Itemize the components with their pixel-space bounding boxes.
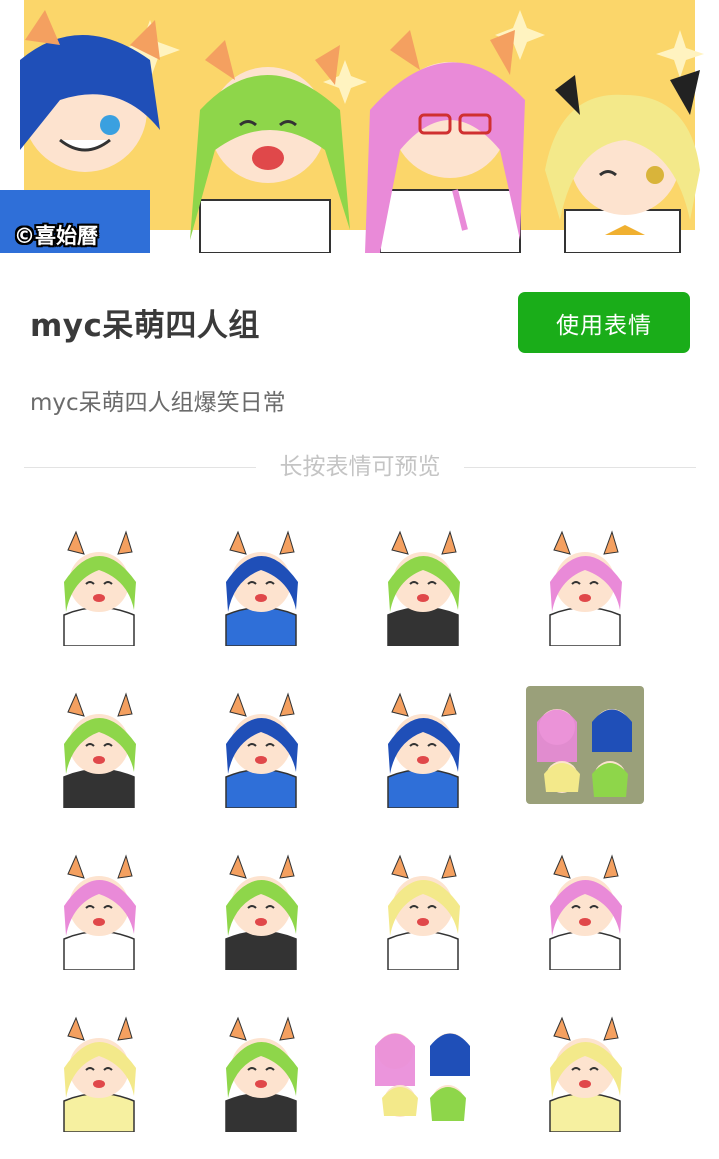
- pack-title: myc呆萌四人组: [30, 308, 260, 344]
- copyright-label: ©喜始曆: [14, 224, 98, 248]
- sticker-image: [63, 530, 136, 646]
- sticker-image: [225, 1016, 298, 1132]
- sticker-image: [549, 854, 622, 970]
- banner-illustration: [0, 10, 704, 253]
- pack-description: myc呆萌四人组爆笑日常: [30, 390, 286, 416]
- use-sticker-button[interactable]: 使用表情: [518, 292, 690, 353]
- sticker-image: [63, 854, 136, 970]
- sticker-image: [364, 1010, 482, 1128]
- sticker-image: [225, 692, 298, 808]
- sticker-yellow-cat-wink[interactable]: [36, 1006, 162, 1132]
- sticker-green-cat-silent[interactable]: [36, 682, 162, 808]
- sticker-image: [387, 692, 460, 808]
- sticker-group-party[interactable]: [360, 1006, 486, 1132]
- sticker-green-cat-thank-you[interactable]: [36, 520, 162, 646]
- sticker-banner: ©喜始曆: [0, 0, 719, 253]
- preview-hint: 长按表情可预览: [279, 454, 441, 480]
- sticker-pink-cat-pout[interactable]: [522, 844, 648, 970]
- sticker-green-cat-kneel[interactable]: [198, 844, 324, 970]
- sticker-blue-cat-pat-head[interactable]: [198, 682, 324, 808]
- sticker-green-cat-laugh[interactable]: [198, 1006, 324, 1132]
- sticker-green-cat-sweat[interactable]: [360, 520, 486, 646]
- sticker-image: [63, 692, 136, 808]
- sticker-image: [387, 530, 460, 646]
- sticker-image: [387, 854, 460, 970]
- sticker-image: [526, 686, 644, 804]
- sticker-blue-cat-thumbs-up[interactable]: [198, 520, 324, 646]
- sticker-pink-cat-angry[interactable]: [36, 844, 162, 970]
- sticker-group-gloom[interactable]: [522, 682, 648, 808]
- sticker-yellow-cat-cry[interactable]: [360, 844, 486, 970]
- sticker-image: [63, 1016, 136, 1132]
- sticker-pink-cat-question[interactable]: [522, 520, 648, 646]
- sticker-yellow-cat-wave[interactable]: [522, 1006, 648, 1132]
- sticker-image: [549, 1016, 622, 1132]
- sticker-image: [549, 530, 622, 646]
- sticker-image: [225, 854, 298, 970]
- sticker-image: [225, 530, 298, 646]
- sticker-blue-cat-grin[interactable]: [360, 682, 486, 808]
- preview-divider: 长按表情可预览: [24, 452, 696, 482]
